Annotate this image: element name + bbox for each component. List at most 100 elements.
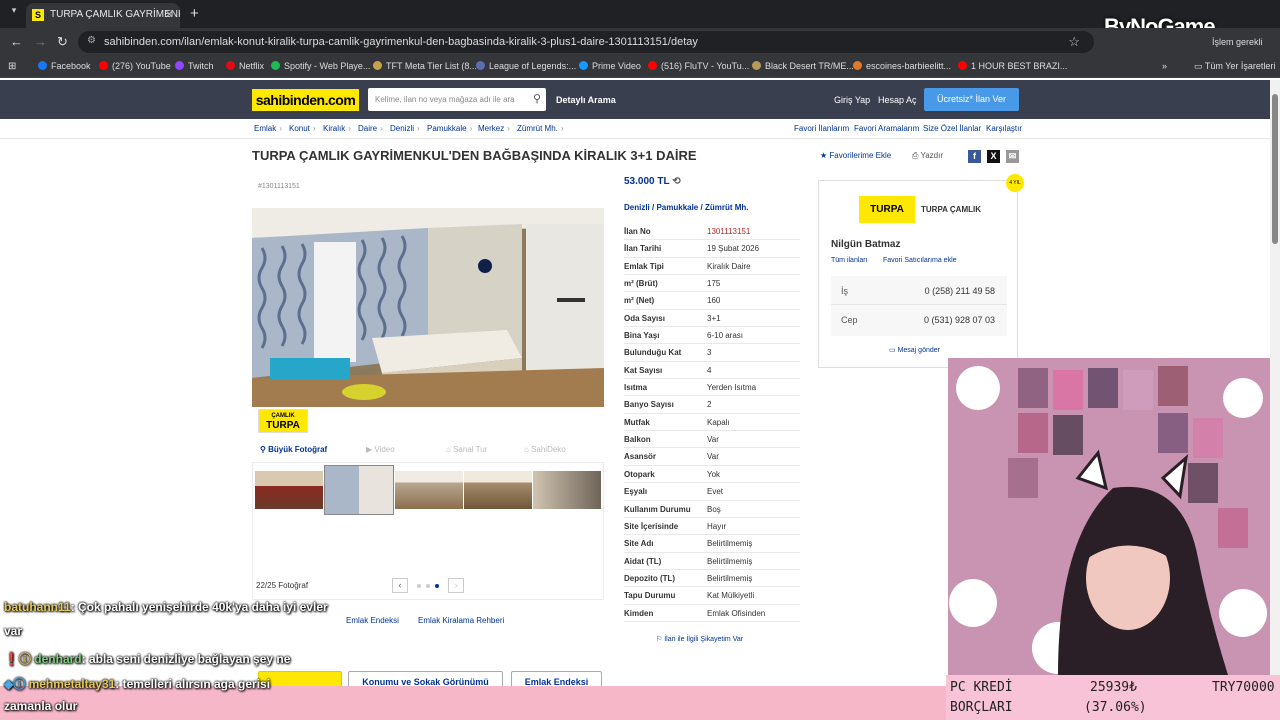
thumbnail-5[interactable] [533, 471, 601, 509]
back-icon[interactable]: ← [10, 34, 23, 49]
bookmark-favicon-icon [476, 61, 485, 70]
detail-row: Otopark Yok [624, 466, 800, 484]
header-quick-link[interactable]: Size Özel İlanlar [923, 124, 981, 133]
detailed-search-link[interactable]: Detaylı Arama [556, 95, 616, 105]
tab-video[interactable]: ▶ Video [366, 445, 395, 454]
breadcrumb-item[interactable]: Denizli › [390, 124, 420, 133]
thumbnail-4[interactable] [464, 471, 532, 509]
print-link[interactable]: ⎙ Yazdır [912, 151, 943, 161]
add-fav-seller-link[interactable]: Favori Satıcılarıma ekle [883, 257, 957, 264]
location-neighborhood[interactable]: Zümrüt Mh. [705, 203, 749, 212]
bookmark-item[interactable]: Twitch [175, 61, 214, 71]
header-quick-link[interactable]: Favori Aramalarım [854, 124, 919, 133]
bookmark-item[interactable]: Black Desert TR/ME... [752, 61, 854, 71]
price-history-icon[interactable]: ⟲ [672, 176, 680, 187]
register-link[interactable]: Hesap Aç [878, 95, 917, 105]
bookmark-label: Twitch [188, 61, 214, 71]
detail-row: Eşyalı Evet [624, 483, 800, 501]
work-phone-number[interactable]: 0 (258) 211 49 58 [925, 286, 995, 296]
mobile-phone-label: Cep [841, 315, 858, 325]
bookmark-item[interactable]: escoines-barbieelitt... [853, 61, 951, 71]
site-logo[interactable]: sahibinden.com [252, 89, 359, 111]
thumbnail-1[interactable] [255, 471, 323, 509]
breadcrumb-item[interactable]: Kiralık › [323, 124, 351, 133]
breadcrumb-item[interactable]: Merkez › [478, 124, 510, 133]
bookmark-item[interactable]: (516) FluTV - YouTu... [648, 61, 749, 71]
breadcrumb-item[interactable]: Pamukkale › [427, 124, 472, 133]
send-message-link[interactable]: ▭ Mesaj gönder [889, 346, 940, 354]
thumbnail-3[interactable] [395, 471, 463, 509]
bookmark-label: (276) YouTube [112, 61, 171, 71]
bookmark-item[interactable]: TFT Meta Tier List (8... [373, 61, 477, 71]
location-district[interactable]: Pamukkale [656, 203, 698, 212]
main-photo[interactable] [252, 208, 604, 407]
bookmark-item[interactable]: Prime Video [579, 61, 641, 71]
browser-tab[interactable]: S TURPA ÇAMLIK GAYRİMENKUL ✕ [26, 3, 180, 28]
chat-text: : temelleri alırsın aga gerisi [115, 677, 271, 691]
breadcrumb-item[interactable]: Konut › [289, 124, 316, 133]
mobile-phone-number[interactable]: 0 (531) 928 07 03 [924, 315, 995, 325]
complain-link[interactable]: ⚐ İlan ile İlgili Şikayetim Var [656, 635, 743, 643]
search-input[interactable]: Kelime, ilan no veya mağaza adı ile ara … [368, 88, 546, 111]
all-listings-link[interactable]: Tüm ilanları [831, 257, 868, 264]
bookmark-label: Prime Video [592, 61, 641, 71]
site-info-icon[interactable]: ⚙ [87, 35, 96, 46]
header-quick-link[interactable]: Karşılaştır [986, 124, 1022, 133]
apps-icon[interactable]: ⊞ [8, 61, 16, 72]
more-bookmarks-icon[interactable]: » [1162, 61, 1167, 71]
bookmark-item[interactable]: League of Legends:... [476, 61, 576, 71]
header-quick-link[interactable]: Favori İlanlarım [794, 124, 849, 133]
bookmark-item[interactable]: 1 HOUR BEST BRAZI... [958, 61, 1067, 71]
breadcrumb-item[interactable]: Zümrüt Mh. › [517, 124, 564, 133]
tab-virtual-tour[interactable]: ⌂ Sanal Tur [446, 445, 487, 454]
thumbnail-2-selected[interactable] [324, 465, 394, 515]
close-tab-icon[interactable]: ✕ [165, 8, 174, 21]
membership-years-badge: 4 YIL [1006, 174, 1024, 192]
real-estate-index-link[interactable]: Emlak Endeksi [346, 616, 399, 625]
bookmark-item[interactable]: Spotify - Web Playe... [271, 61, 370, 71]
detail-value: Kiralık Daire [707, 261, 751, 271]
scrollbar-thumb[interactable] [1272, 94, 1278, 244]
forward-icon[interactable]: → [34, 34, 47, 49]
add-favorite-link[interactable]: ★ Favorilerime Ekle [820, 151, 891, 160]
address-bar[interactable]: ⚙ sahibinden.com/ilan/emlak-konut-kirali… [78, 31, 1094, 53]
reload-icon[interactable]: ↻ [57, 34, 68, 50]
bookmark-item[interactable]: Netflix [226, 61, 264, 71]
location-city[interactable]: Denizli [624, 203, 650, 212]
search-icon[interactable]: ⚲ [533, 92, 541, 105]
email-share-icon[interactable]: ✉ [1006, 150, 1019, 163]
pager-dot-active[interactable] [435, 584, 439, 588]
tab-sahideko[interactable]: ⌂ SahiDeko [524, 445, 566, 454]
tab-search-icon[interactable]: ▾ [7, 5, 21, 19]
pager-dot[interactable] [417, 584, 421, 588]
detail-key: Depozito (TL) [624, 573, 676, 583]
tab-big-photo[interactable]: ⚲ Büyük Fotoğraf [260, 445, 327, 454]
listing-number-tag: #1301113151 [258, 183, 300, 190]
detail-value: Kapalı [707, 417, 730, 427]
all-bookmarks[interactable]: ▭ Tüm Yer İşaretleri [1194, 61, 1275, 72]
seller-logo[interactable]: TURPA [859, 196, 915, 223]
rental-guide-link[interactable]: Emlak Kiralama Rehberi [418, 616, 504, 625]
pager-dot[interactable] [426, 584, 430, 588]
x-share-icon[interactable]: X [987, 150, 1000, 163]
login-link[interactable]: Giriş Yap [834, 95, 870, 105]
seller-name[interactable]: TURPA ÇAMLIK [921, 205, 981, 214]
post-listing-button[interactable]: Ücretsiz* İlan Ver [924, 88, 1019, 111]
tab-title: TURPA ÇAMLIK GAYRİMENKUL [50, 9, 180, 20]
breadcrumb-item[interactable]: Emlak › [254, 124, 282, 133]
bookmark-item[interactable]: Facebook [38, 61, 91, 71]
prev-photo-button[interactable]: ‹ [392, 578, 408, 593]
chat-badge-icon: ◆ⓘ [4, 677, 29, 691]
profile-status[interactable]: İşlem gerekli [1212, 37, 1263, 47]
bookmark-star-icon[interactable]: ☆ [1068, 34, 1080, 50]
bookmark-favicon-icon [853, 61, 862, 70]
breadcrumb-item[interactable]: Daire › [358, 124, 383, 133]
new-tab-icon[interactable]: + [190, 5, 199, 22]
site-favicon: S [32, 9, 44, 21]
next-photo-button[interactable]: › [448, 578, 464, 593]
goal-amount: 25939₺ [1090, 680, 1137, 695]
breadcrumb-separator-icon: › [312, 124, 316, 133]
bookmark-item[interactable]: (276) YouTube [99, 61, 171, 71]
page-scrollbar[interactable] [1270, 80, 1280, 720]
facebook-share-icon[interactable]: f [968, 150, 981, 163]
